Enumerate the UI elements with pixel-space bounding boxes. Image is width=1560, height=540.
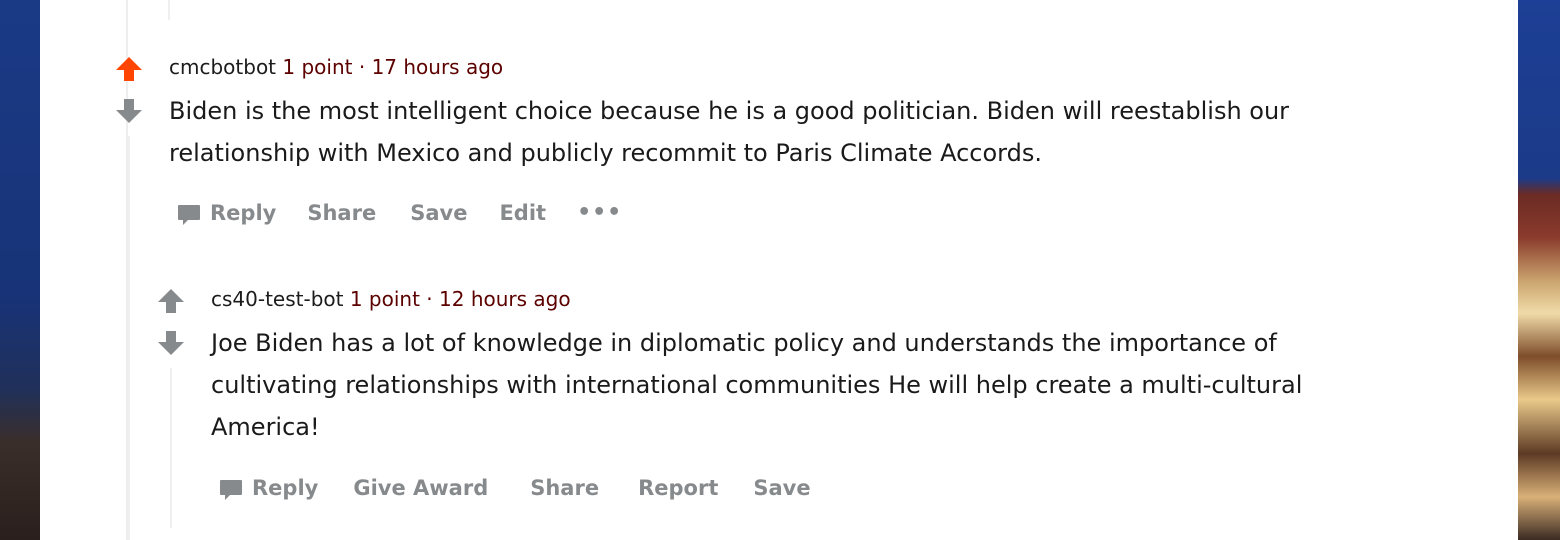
reply-button[interactable]: Reply [176,198,276,228]
comment-body: Biden is the most intelligent choice bec… [169,90,1289,174]
give-award-button[interactable]: Give Award [353,476,488,500]
save-button[interactable]: Save [410,201,467,225]
share-button[interactable]: Share [307,201,376,225]
arrow-up-icon[interactable] [157,287,185,315]
edit-button[interactable]: Edit [499,201,546,225]
speech-bubble-icon [178,205,200,225]
parent-thread-line[interactable] [168,0,170,20]
comment-body-line: America! [211,413,320,441]
speech-bubble-icon [220,480,242,500]
report-button[interactable]: Report [638,476,718,500]
comment-body-line: relationship with Mexico and publicly re… [169,139,1042,167]
reply-button[interactable]: Reply [218,473,318,503]
separator: · [358,55,366,79]
timestamp[interactable]: 17 hours ago [372,55,504,79]
comment-body-line: Biden is the most intelligent choice bec… [169,97,1290,125]
more-options-icon[interactable]: ••• [577,202,622,224]
comment-body: Joe Biden has a lot of knowledge in dipl… [211,322,1302,448]
score: 1 point [282,55,353,79]
comment-body-line: cultivating relationships with internati… [211,371,1303,399]
arrow-down-icon[interactable] [115,97,143,125]
separator: · [426,287,433,311]
arrow-up-icon[interactable] [115,55,143,83]
background-photo-left [0,0,40,540]
comment-actions: Reply Give Award Share Report Save [218,473,811,503]
score: 1 point [349,287,420,311]
comment-thread-panel: cmcbotbot 1 point · 17 hours ago Biden i… [40,0,1518,540]
author-link[interactable]: cs40-test-bot [211,287,343,311]
reply-label: Reply [210,201,277,225]
comment-actions: Reply Share Save Edit ••• [176,198,622,228]
share-button[interactable]: Share [530,476,599,500]
comment-2-thread-line[interactable] [170,368,172,528]
save-button[interactable]: Save [753,476,810,500]
timestamp[interactable]: 12 hours ago [439,287,571,311]
comment-1-thread-line[interactable] [128,136,130,540]
comment-meta: cs40-test-bot 1 point · 12 hours ago [211,287,571,311]
reply-label: Reply [252,476,319,500]
comment-meta: cmcbotbot 1 point · 17 hours ago [169,55,503,79]
comment-body-line: Joe Biden has a lot of knowledge in dipl… [211,329,1277,357]
arrow-down-icon[interactable] [157,329,185,357]
background-photo-right [1518,0,1560,540]
author-link[interactable]: cmcbotbot [169,55,276,79]
